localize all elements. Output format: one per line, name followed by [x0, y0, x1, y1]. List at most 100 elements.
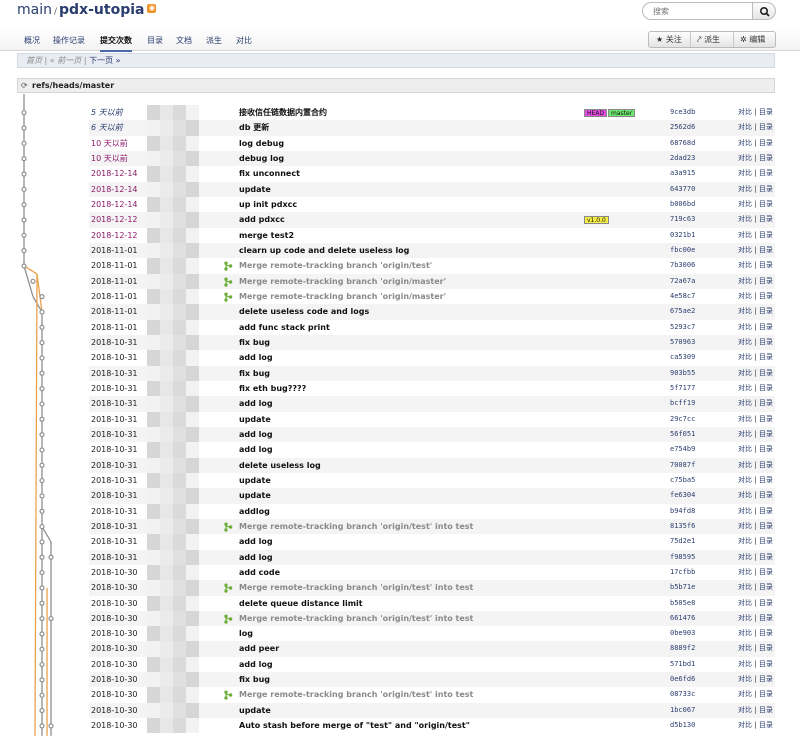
compare-link[interactable]: 对比	[738, 599, 752, 607]
tab-compare[interactable]: 对比	[236, 35, 252, 46]
tree-link[interactable]: 目录	[759, 369, 773, 377]
commit-hash[interactable]: 571bd1	[670, 657, 726, 672]
commit-hash[interactable]: 2562d6	[670, 120, 726, 135]
commit-row[interactable]: 2018-10-30 Merge remote-tracking branch '…	[89, 580, 775, 596]
commit-row[interactable]: 2018-10-30 update 1bc067 对比 | 目录	[89, 702, 775, 719]
commit-hash[interactable]: 5f7177	[670, 381, 726, 396]
commit-row[interactable]: 2018-10-31 update fe6304 对比 | 目录	[89, 488, 775, 504]
compare-link[interactable]: 对比	[738, 169, 752, 177]
tree-link[interactable]: 目录	[759, 522, 773, 530]
tree-link[interactable]: 目录	[759, 476, 773, 484]
commit-subject[interactable]: debug log	[239, 151, 569, 166]
commit-row[interactable]: 2018-11-01 Merge remote-tracking branch '…	[89, 258, 775, 274]
tree-link[interactable]: 目录	[759, 461, 773, 469]
commit-row[interactable]: 2018-10-30 delete queue distance limit b50…	[89, 595, 775, 611]
commit-row[interactable]: 2018-10-30 add log 571bd1 对比 | 目录	[89, 656, 775, 673]
commit-row[interactable]: 6 天以前 db 更新 2562d6 对比 | 目录	[89, 120, 775, 136]
tree-link[interactable]: 目录	[759, 430, 773, 438]
commit-subject[interactable]: Auto stash before merge of "test" and "o…	[239, 718, 569, 733]
commit-hash[interactable]: 08733c	[670, 687, 726, 702]
compare-link[interactable]: 对比	[738, 277, 752, 285]
tree-link[interactable]: 目录	[759, 721, 773, 729]
commit-row[interactable]: 2018-10-31 addlog b94fd8 对比 | 目录	[89, 503, 775, 519]
commit-row[interactable]: 2018-11-01 clearn up code and delete usel…	[89, 242, 775, 259]
commit-hash[interactable]: fbc00e	[670, 243, 726, 258]
commit-subject[interactable]: log debug	[239, 136, 569, 151]
commit-subject[interactable]: update	[239, 473, 569, 488]
commit-row[interactable]: 2018-10-31 Merge remote-tracking branch '…	[89, 518, 775, 535]
compare-link[interactable]: 对比	[738, 629, 752, 637]
commit-row[interactable]: 2018-10-31 add log bcff19 对比 | 目录	[89, 396, 775, 412]
tab-docs[interactable]: 文档	[176, 35, 192, 46]
tree-link[interactable]: 目录	[759, 108, 773, 116]
commit-row[interactable]: 2018-12-14 fix unconnect a3a915 对比 | 目录	[89, 166, 775, 182]
next-page-link[interactable]: 下一页 »	[89, 56, 120, 65]
commit-hash[interactable]: 661476	[670, 611, 726, 626]
commit-subject[interactable]: fix unconnect	[239, 166, 569, 181]
commit-subject[interactable]: Merge remote-tracking branch 'origin/tes…	[239, 258, 569, 273]
commit-hash[interactable]: 0be903	[670, 626, 726, 641]
commit-row[interactable]: 2018-10-31 add log 75d2e1 对比 | 目录	[89, 534, 775, 550]
commit-row[interactable]: 2018-10-31 fix bug 570963 对比 | 目录	[89, 334, 775, 351]
commit-subject[interactable]: Merge remote-tracking branch 'origin/tes…	[239, 611, 569, 626]
commit-row[interactable]: 2018-10-30 Merge remote-tracking branch '…	[89, 687, 775, 703]
commit-hash[interactable]: 643770	[670, 182, 726, 197]
commit-row[interactable]: 2018-12-14 update 643770 对比 | 目录	[89, 181, 775, 197]
tab-activity[interactable]: 操作记录	[53, 35, 85, 46]
compare-link[interactable]: 对比	[738, 706, 752, 714]
compare-link[interactable]: 对比	[738, 292, 752, 300]
tree-link[interactable]: 目录	[759, 292, 773, 300]
commit-hash[interactable]: 9ce3db	[670, 105, 726, 120]
tree-link[interactable]: 目录	[759, 583, 773, 591]
commit-row[interactable]: 5 天以前 接收信任链数据内置合约 HEAD master 9ce3db 对比 | 目录	[89, 105, 775, 121]
commit-hash[interactable]: 903b55	[670, 366, 726, 381]
commit-hash[interactable]: 1bc067	[670, 703, 726, 718]
commit-row[interactable]: 2018-10-30 log 0be903 对比 | 目录	[89, 626, 775, 642]
compare-link[interactable]: 对比	[738, 108, 752, 116]
compare-link[interactable]: 对比	[738, 399, 752, 407]
commit-hash[interactable]: b5b71e	[670, 580, 726, 595]
compare-link[interactable]: 对比	[738, 445, 752, 453]
commit-hash[interactable]: 5293c7	[670, 320, 726, 335]
commit-subject[interactable]: delete useless log	[239, 458, 569, 473]
compare-link[interactable]: 对比	[738, 430, 752, 438]
compare-link[interactable]: 对比	[738, 507, 752, 515]
commit-row[interactable]: 2018-11-01 add func stack print 5293c7 对比 |…	[89, 319, 775, 335]
tree-link[interactable]: 目录	[759, 246, 773, 254]
commit-subject[interactable]: add pdxcc	[239, 212, 569, 227]
commit-subject[interactable]: delete useless code and logs	[239, 304, 569, 319]
compare-link[interactable]: 对比	[738, 491, 752, 499]
tab-summary[interactable]: 概况	[24, 35, 40, 46]
compare-link[interactable]: 对比	[738, 384, 752, 392]
ref-badge[interactable]: v1.0.0	[584, 216, 609, 225]
owner-link[interactable]: main	[17, 2, 52, 18]
tree-link[interactable]: 目录	[759, 231, 773, 239]
commit-subject[interactable]: addlog	[239, 504, 569, 519]
edit-button[interactable]: ✲ 编辑	[740, 32, 765, 47]
commit-subject[interactable]: fix bug	[239, 672, 569, 687]
commit-subject[interactable]: Merge remote-tracking branch 'origin/tes…	[239, 519, 569, 534]
compare-link[interactable]: 对比	[738, 660, 752, 668]
commit-hash[interactable]: 2dad23	[670, 151, 726, 166]
tree-link[interactable]: 目录	[759, 491, 773, 499]
commit-row[interactable]: 2018-10-30 Merge remote-tracking branch '…	[89, 610, 775, 627]
commit-subject[interactable]: add code	[239, 565, 569, 580]
compare-link[interactable]: 对比	[738, 553, 752, 561]
commit-row[interactable]: 2018-10-31 add log f98595 对比 | 目录	[89, 549, 775, 565]
commit-hash[interactable]: a3a915	[670, 166, 726, 181]
commit-hash[interactable]: 29c7cc	[670, 412, 726, 427]
compare-link[interactable]: 对比	[738, 123, 752, 131]
compare-link[interactable]: 对比	[738, 246, 752, 254]
commit-hash[interactable]: 0e6fd6	[670, 672, 726, 687]
commit-subject[interactable]: Merge remote-tracking branch 'origin/tes…	[239, 687, 569, 702]
tree-link[interactable]: 目录	[759, 629, 773, 637]
compare-link[interactable]: 对比	[738, 461, 752, 469]
commit-row[interactable]: 10 天以前 log debug 68768d 对比 | 目录	[89, 135, 775, 151]
commit-hash[interactable]: 70087f	[670, 458, 726, 473]
commit-hash[interactable]: fe6304	[670, 488, 726, 503]
compare-link[interactable]: 对比	[738, 721, 752, 729]
commit-row[interactable]: 2018-12-12 add pdxcc v1.0.0 719c63 对比 | 目录	[89, 212, 775, 228]
tree-link[interactable]: 目录	[759, 154, 773, 162]
commit-row[interactable]: 2018-12-12 merge test2 0321b1 对比 | 目录	[89, 227, 775, 243]
tree-link[interactable]: 目录	[759, 660, 773, 668]
